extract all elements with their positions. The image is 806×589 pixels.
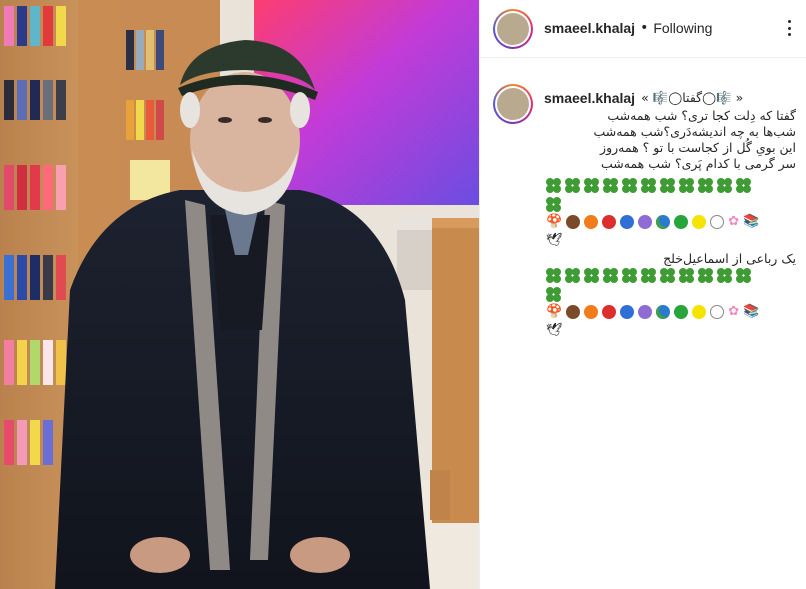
four-leaf-clover-icon [603,268,618,283]
blue-circle-icon [620,215,635,229]
white-circle-icon [710,305,725,319]
four-leaf-clover-icon [717,268,732,283]
header-username[interactable]: smaeel.khalaj [544,20,635,36]
four-leaf-clover-icon [622,268,637,283]
blue-circle-icon [620,305,635,319]
four-leaf-clover-icon [546,197,561,212]
yellow-circle-icon [692,305,707,319]
globe-icon [656,215,671,229]
cherry-blossom-icon: ✿ [728,304,740,319]
emoji-circles-row-1: 🍄 ✿ 📚 [546,215,759,229]
orange-circle-icon [584,305,599,319]
caption-attribution: یک رباعی از اسماعیل‌خلج [663,251,796,266]
white-circle-icon [710,215,725,229]
caption-title-line: « 🎼◯گفتا◯🎼 » [641,90,744,105]
green-circle-icon [674,215,689,229]
clover-row-1 [546,178,751,193]
post-photo[interactable] [0,0,479,589]
green-circle-icon [674,305,689,319]
mushroom-icon: 🍄 [546,304,563,319]
dove-row-2: 🕊 [546,324,563,338]
emoji-circles-row-2: 🍄 ✿ 📚 [546,305,759,319]
four-leaf-clover-icon [698,268,713,283]
four-leaf-clover-icon [565,178,580,193]
header-separator: • [640,20,649,36]
brown-circle-icon [566,305,581,319]
cherry-blossom-icon: ✿ [728,214,740,229]
four-leaf-clover-icon [679,178,694,193]
dove-icon: 🕊 [546,233,563,248]
dove-row-1: 🕊 [546,234,563,248]
post-side-panel: smaeel.khalaj • Following smaeel.khalaj … [479,0,806,589]
four-leaf-clover-icon [679,268,694,283]
four-leaf-clover-icon [546,268,561,283]
caption-username[interactable]: smaeel.khalaj [544,90,635,106]
four-leaf-clover-icon [660,268,675,283]
brown-circle-icon [566,215,581,229]
red-circle-icon [602,215,617,229]
header-avatar[interactable] [493,9,533,49]
caption-line-1: گفتا که دِلت کجا تری؟ شب همه‌شب [607,108,796,123]
four-leaf-clover-icon [546,178,561,193]
four-leaf-clover-icon [565,268,580,283]
four-leaf-clover-icon [584,178,599,193]
books-icon: 📚 [743,214,760,229]
books-icon: 📚 [743,304,760,319]
globe-icon [656,305,671,319]
four-leaf-clover-icon [736,268,751,283]
more-options-icon[interactable] [779,18,799,38]
four-leaf-clover-icon [660,178,675,193]
caption-line-2: شب‌ها به چه اندیشه‌دَری؟شب همه‌شب [593,124,796,139]
orange-circle-icon [584,215,599,229]
four-leaf-clover-icon [641,268,656,283]
yellow-circle-icon [692,215,707,229]
clover-row-2b [546,287,561,302]
photo-illustration [0,0,479,589]
caption-line-3: این بویِ گُل از کجاست با تو ؟ همه‌روز [600,140,796,155]
four-leaf-clover-icon [717,178,732,193]
following-button[interactable]: Following [653,20,712,36]
clover-row-2 [546,268,751,283]
red-circle-icon [602,305,617,319]
four-leaf-clover-icon [622,178,637,193]
purple-circle-icon [638,215,653,229]
four-leaf-clover-icon [546,287,561,302]
four-leaf-clover-icon [584,268,599,283]
purple-circle-icon [638,305,653,319]
four-leaf-clover-icon [603,178,618,193]
four-leaf-clover-icon [641,178,656,193]
four-leaf-clover-icon [736,178,751,193]
clover-row-1b [546,197,561,212]
four-leaf-clover-icon [698,178,713,193]
caption-line-4: سر گرمی با کدام پَری؟ شب همه‌شب [601,156,796,171]
mushroom-icon: 🍄 [546,214,563,229]
dove-icon: 🕊 [546,323,563,338]
post-header: smaeel.khalaj • Following [480,0,806,58]
